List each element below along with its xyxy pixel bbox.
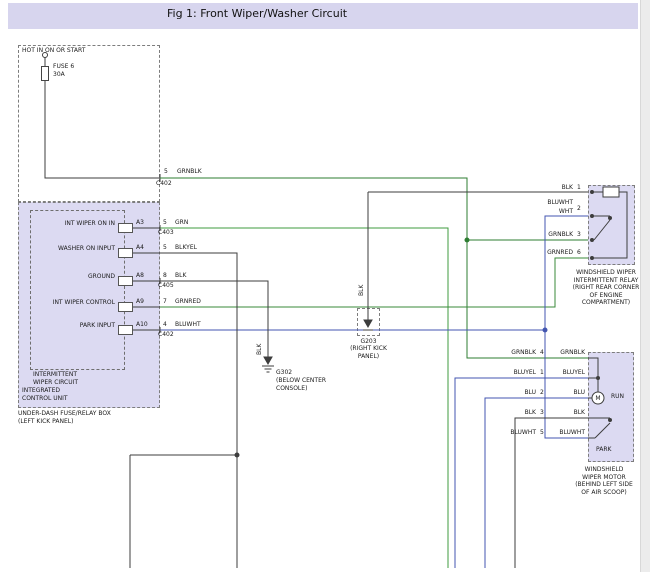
motor-pin-number: 2 <box>540 389 544 397</box>
wire-black-nets <box>130 192 588 568</box>
relay-wire-color-label: BLK <box>546 184 573 192</box>
relay-wire-color-label: BLUWHT <box>524 199 573 207</box>
icu-pin-id: A8 <box>136 272 144 280</box>
motor-wire-color-right: GRNBLK <box>547 349 585 357</box>
wiring-diagram-page: Fig 1: Front Wiper/Washer Circuit <box>0 0 650 572</box>
icu-pin-terminal-a8 <box>118 276 133 286</box>
wire-color-label: BLK <box>175 272 186 280</box>
fuse-rating-label: 30A <box>53 71 65 79</box>
icu-pin-id: A3 <box>136 219 144 227</box>
motor-wire-color-left: BLUYEL <box>496 369 536 377</box>
relay-pin-number: 6 <box>577 249 581 257</box>
wire-pin-number: 4 <box>163 321 167 329</box>
motor-run-label: RUN <box>611 393 624 401</box>
relay-wire-color-label: GRNRED <box>524 249 573 257</box>
wire-color-label: BLKYEL <box>175 244 197 252</box>
icu-pin-name: GROUND <box>32 273 115 281</box>
relay-wire-color-label: WHT <box>546 208 573 216</box>
icu-pin-terminal-a3 <box>118 223 133 233</box>
icu-pin-id: A4 <box>136 244 144 252</box>
motor-wire-color-left: BLUWHT <box>496 429 536 437</box>
relay-wire-color-label: GRNBLK <box>524 231 573 239</box>
icu-pin-id: A10 <box>136 321 148 329</box>
wire-grnred-net <box>160 258 588 307</box>
icu-pin-terminal-a4 <box>118 248 133 258</box>
motor-wire-color-left: BLU <box>496 389 536 397</box>
fuse-name-label: FUSE 6 <box>53 63 74 71</box>
motor-wire-color-left: BLK <box>496 409 536 417</box>
g302-id: G302 <box>276 369 292 377</box>
feed-wire-pin-number: 5 <box>164 168 168 176</box>
icu-pin-name: WASHER ON INPUT <box>32 245 115 253</box>
icu-pin-name: INT WIPER CONTROL <box>32 299 115 307</box>
g203-location: (RIGHT KICK PANEL) <box>340 345 397 360</box>
motor-wire-color-right: BLK <box>547 409 585 417</box>
wire-pin-number: 5 <box>163 219 167 227</box>
icu-pin-name: PARK INPUT <box>32 322 115 330</box>
wire-color-label: GRNRED <box>175 298 201 306</box>
motor-pin-number: 3 <box>540 409 544 417</box>
motor-wire-color-left: GRNBLK <box>496 349 536 357</box>
feed-wire-connector-label: C402 <box>156 180 172 188</box>
g302-wire-color-label: BLK <box>256 344 264 355</box>
motor-wire-color-right: BLUYEL <box>547 369 585 377</box>
wire-pin-number: 5 <box>163 244 167 252</box>
wire-color-label: BLUWHT <box>175 321 201 329</box>
icu-pin-terminal-a10 <box>118 325 133 335</box>
ground-g203-symbol <box>363 308 373 330</box>
hot-feed-label: HOT IN ON OR START <box>22 47 85 55</box>
relay-pin-number: 1 <box>577 184 581 192</box>
wire-pin-number: 7 <box>163 298 167 306</box>
connector-label: C403 <box>158 229 174 237</box>
wire-grn-net <box>160 228 448 568</box>
relay-pin-number: 2 <box>577 205 581 213</box>
wire-color-label: GRN <box>175 219 188 227</box>
connector-label: C402 <box>158 331 174 339</box>
wire-pin-number: 8 <box>163 272 167 280</box>
motor-wire-color-right: BLU <box>547 389 585 397</box>
icu-pin-terminal-a9 <box>118 302 133 312</box>
icu-pin-id: A9 <box>136 298 144 306</box>
relay-pin-number: 3 <box>577 231 581 239</box>
g302-location: (BELOW CENTER CONSOLE) <box>276 377 326 392</box>
icu-pin-name: INT WIPER ON IN <box>32 220 115 228</box>
motor-pin-number: 4 <box>540 349 544 357</box>
relay-caption: WINDSHIELD WIPER INTERMITTENT RELAY (RIG… <box>570 269 642 307</box>
motor-wire-color-right: BLUWHT <box>547 429 585 437</box>
relay-internals <box>591 187 628 260</box>
icu-circuit-caption: INTERMITTENT WIPER CIRCUIT <box>33 371 78 386</box>
motor-pin-number: 1 <box>540 369 544 377</box>
ground-g302-symbol <box>262 357 274 372</box>
connector-label: C405 <box>158 282 174 290</box>
wiring-layer <box>0 0 650 572</box>
feed-wire-color-label: GRNBLK <box>177 168 202 176</box>
motor-park-label: PARK <box>596 446 611 454</box>
motor-symbol-label: M <box>594 395 602 403</box>
g203-wire-color-label: BLK <box>358 285 366 296</box>
motor-pin-number: 5 <box>540 429 544 437</box>
motor-caption: WINDSHIELD WIPER MOTOR (BEHIND LEFT SIDE… <box>566 466 642 496</box>
fuse-relay-box-caption: UNDER-DASH FUSE/RELAY BOX (LEFT KICK PAN… <box>18 410 111 425</box>
icu-unit-caption: INTEGRATED CONTROL UNIT <box>22 387 68 402</box>
